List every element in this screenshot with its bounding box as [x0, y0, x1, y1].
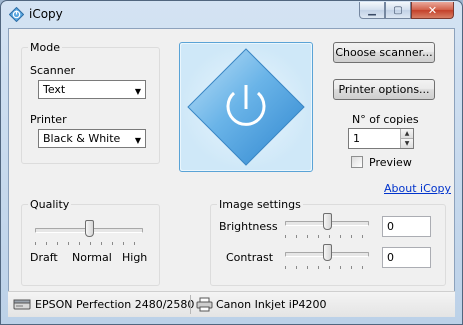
scanner-icon [13, 298, 31, 314]
scanner-mode-select[interactable]: Text ▼ [38, 80, 146, 99]
quality-tick-normal: Normal [72, 251, 112, 264]
printer-label: Printer [30, 113, 67, 126]
quality-group-label: Quality [28, 198, 72, 211]
icopy-app-icon [8, 6, 25, 23]
chevron-down-icon: ▼ [134, 136, 141, 145]
quality-slider-thumb[interactable] [85, 220, 94, 237]
brightness-input[interactable]: 0 [382, 216, 431, 237]
choose-scanner-button[interactable]: Choose scanner... [333, 42, 435, 63]
status-printer: Canon Inkjet iP4200 [216, 298, 327, 311]
stepper-down-icon[interactable]: ▼ [400, 138, 413, 148]
brightness-slider[interactable] [285, 213, 369, 241]
contrast-input[interactable]: 0 [382, 247, 431, 268]
brightness-label: Brightness [219, 220, 278, 233]
copies-label: N° of copies [352, 113, 419, 126]
scanner-mode-value: Text [43, 83, 66, 96]
contrast-value: 0 [387, 251, 394, 264]
quality-tick-draft: Draft [30, 251, 58, 264]
client-area: Mode Scanner Text ▼ Printer Black & Whit… [8, 28, 455, 292]
power-icon [181, 44, 311, 170]
title-bar[interactable]: iCopy ▁ ▢ ✕ [1, 1, 462, 28]
contrast-slider[interactable] [285, 244, 369, 272]
copies-value: 1 [353, 132, 360, 145]
minimize-icon: ▁ [368, 4, 376, 16]
about-link[interactable]: About iCopy [384, 182, 451, 195]
maximize-button[interactable]: ▢ [385, 2, 411, 19]
contrast-slider-thumb[interactable] [323, 244, 332, 261]
copy-button[interactable] [179, 42, 313, 172]
preview-checkbox-label[interactable]: Preview [369, 156, 412, 169]
close-button[interactable]: ✕ [411, 2, 454, 19]
status-separator [190, 295, 191, 314]
stepper-up-icon[interactable]: ▲ [400, 129, 413, 138]
scanner-label: Scanner [30, 64, 76, 77]
window-title: iCopy [29, 7, 63, 21]
chevron-down-icon: ▼ [134, 87, 141, 96]
close-icon: ✕ [427, 3, 438, 17]
copies-stepper[interactable]: 1 ▲ ▼ [348, 128, 414, 149]
minimize-button[interactable]: ▁ [359, 2, 385, 19]
maximize-icon: ▢ [393, 4, 403, 16]
mode-group-label: Mode [28, 41, 62, 54]
contrast-label: Contrast [226, 251, 274, 264]
image-settings-label: Image settings [217, 198, 303, 211]
preview-checkbox[interactable] [351, 156, 363, 168]
printer-icon [196, 297, 213, 315]
quality-slider[interactable] [35, 220, 143, 248]
status-scanner: EPSON Perfection 2480/2580 [35, 298, 195, 311]
brightness-value: 0 [387, 220, 394, 233]
status-bar: EPSON Perfection 2480/2580 Canon Inkjet … [8, 291, 455, 317]
printer-mode-value: Black & White [43, 132, 121, 145]
app-window: iCopy ▁ ▢ ✕ Mode Scanner Text ▼ Printer … [0, 0, 463, 325]
printer-options-button[interactable]: Printer options... [333, 79, 435, 100]
quality-tick-high: High [122, 251, 148, 264]
brightness-slider-thumb[interactable] [323, 213, 332, 230]
printer-mode-select[interactable]: Black & White ▼ [38, 129, 146, 148]
